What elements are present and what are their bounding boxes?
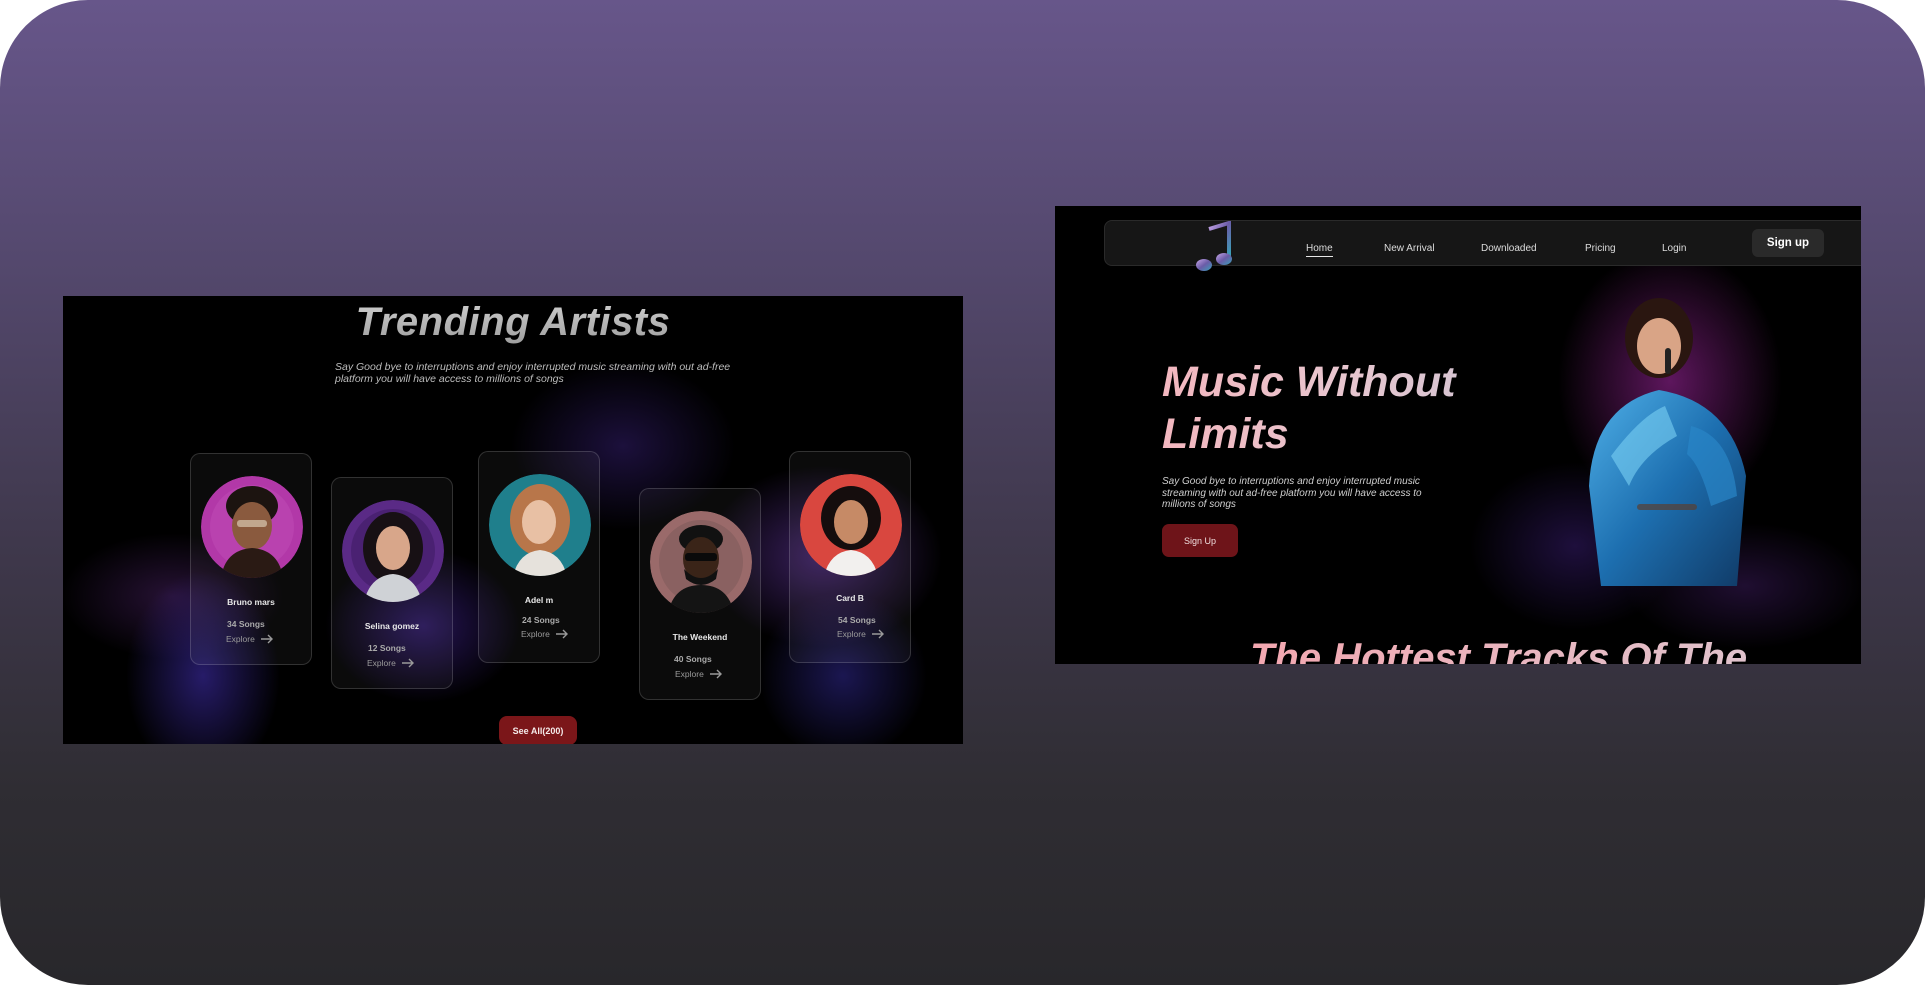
explore-link[interactable]: Explore (367, 658, 415, 668)
artist-song-count: 40 Songs (674, 654, 712, 664)
nav-home[interactable]: Home (1306, 243, 1333, 257)
next-section-heading: The Hottest Tracks Of The (1250, 636, 1747, 664)
hero-title: Music Without Limits (1162, 356, 1522, 460)
trending-artists-section: Trending Artists Say Good bye to interru… (63, 296, 963, 744)
see-all-button[interactable]: See All(200) (499, 716, 577, 744)
artist-card[interactable]: Card B 54 Songs Explore (789, 451, 911, 663)
nav-downloaded[interactable]: Downloaded (1481, 243, 1537, 254)
arrow-right-icon (260, 634, 273, 644)
artist-card[interactable]: Adel m 24 Songs Explore (478, 451, 600, 663)
artist-card[interactable]: The Weekend 40 Songs Explore (639, 488, 761, 700)
presentation-canvas: Trending Artists Say Good bye to interru… (0, 0, 1925, 985)
artist-song-count: 54 Songs (838, 615, 876, 625)
music-note-logo-icon (1196, 221, 1232, 271)
hero-signup-button[interactable]: Sign Up (1162, 524, 1238, 557)
artist-song-count: 34 Songs (227, 619, 265, 629)
arrow-right-icon (709, 669, 722, 679)
nav-pricing[interactable]: Pricing (1585, 243, 1616, 254)
hero-subtitle: Say Good bye to interruptions and enjoy … (1162, 476, 1422, 510)
artist-name: The Weekend (672, 632, 728, 642)
signup-button[interactable]: Sign up (1752, 229, 1824, 257)
explore-link[interactable]: Explore (226, 634, 274, 644)
top-navbar: Home New Arrival Downloaded Pricing Logi… (1104, 220, 1861, 271)
artist-song-count: 24 Songs (522, 615, 560, 625)
artist-photo (201, 476, 303, 578)
artist-name: Bruno mars (227, 597, 275, 607)
explore-label: Explore (521, 629, 550, 639)
section-subtitle: Say Good bye to interruptions and enjoy … (335, 361, 731, 385)
explore-label: Explore (367, 658, 396, 668)
singer-image (1589, 298, 1746, 586)
explore-link[interactable]: Explore (521, 629, 569, 639)
artist-photo (650, 511, 752, 613)
explore-link[interactable]: Explore (837, 629, 885, 639)
explore-label: Explore (837, 629, 866, 639)
artist-photo (342, 500, 444, 602)
artist-photo (489, 474, 591, 576)
arrow-right-icon (401, 658, 414, 668)
explore-label: Explore (226, 634, 255, 644)
nav-new-arrival[interactable]: New Arrival (1384, 243, 1435, 254)
section-title: Trending Artists (63, 300, 963, 345)
artist-card[interactable]: Selina gomez 12 Songs Explore (331, 477, 453, 689)
artist-photo (800, 474, 902, 576)
explore-label: Explore (675, 669, 704, 679)
arrow-right-icon (871, 629, 884, 639)
nav-login[interactable]: Login (1662, 243, 1686, 254)
artist-name: Selina gomez (364, 621, 420, 631)
hero-section: Home New Arrival Downloaded Pricing Logi… (1055, 206, 1861, 664)
artist-card[interactable]: Bruno mars 34 Songs Explore (190, 453, 312, 665)
artist-name: Adel m (524, 595, 554, 605)
arrow-right-icon (555, 629, 568, 639)
explore-link[interactable]: Explore (675, 669, 723, 679)
artist-song-count: 12 Songs (368, 643, 406, 653)
artist-name: Card B (836, 593, 864, 603)
